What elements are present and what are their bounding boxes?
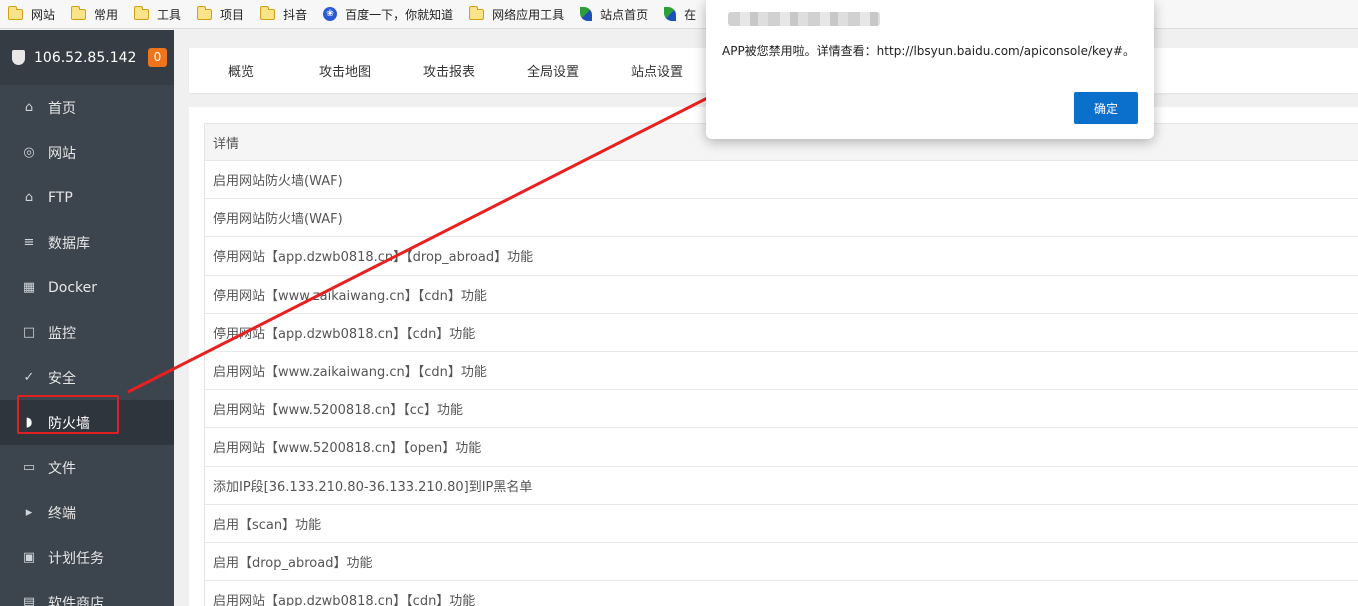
- sidebar-item-monitor[interactable]: □ 监控: [0, 310, 174, 355]
- site-logo-icon: [580, 7, 593, 21]
- terminal-icon: ▸: [25, 504, 33, 520]
- sidebar-item-store[interactable]: ▤ 软件商店: [0, 580, 174, 606]
- folder-icon: [7, 5, 23, 20]
- bookmark-2[interactable]: 工具: [133, 3, 182, 25]
- server-header[interactable]: 106.52.85.142 0: [0, 30, 174, 85]
- sidebar-item-label: FTP: [48, 189, 73, 206]
- operation-log-panel: 详情 启用网站防火墙(WAF) 停用网站防火墙(WAF) 停用网站【app.dz…: [189, 107, 1358, 606]
- table-row: 启用网站【www.5200818.cn】【open】功能: [205, 428, 1358, 467]
- table-row: 停用网站【app.dzwb0818.cn】【drop_abroad】功能: [205, 237, 1358, 276]
- blurred-origin-title: [728, 12, 880, 26]
- sidebar-item-security[interactable]: ✓ 安全: [0, 355, 174, 400]
- baidu-paw-icon: ❀: [323, 7, 338, 21]
- sidebar-item-label: 数据库: [48, 235, 90, 252]
- sidebar-item-label: 终端: [48, 505, 76, 522]
- table-row: 停用网站防火墙(WAF): [205, 199, 1358, 238]
- table-row: 启用网站【www.zaikaiwang.cn】【cdn】功能: [205, 352, 1358, 391]
- sidebar-item-cron[interactable]: ▣ 计划任务: [0, 535, 174, 580]
- sidebar-item-docker[interactable]: ▦ Docker: [0, 265, 174, 310]
- table-row: 启用网站防火墙(WAF): [205, 161, 1358, 200]
- bookmark-label: 站点首页: [600, 7, 649, 22]
- folder-icon: [70, 5, 87, 20]
- table-row: 添加IP段[36.133.210.80-36.133.210.80]到IP黑名单: [205, 467, 1358, 505]
- folder-icon: [133, 5, 150, 20]
- bookmark-label: 网络应用工具: [492, 7, 565, 22]
- folder-icon: [468, 5, 485, 20]
- alert-message: APP被您禁用啦。详情查看：http://lbsyun.baidu.com/ap…: [722, 44, 1136, 58]
- sidebar-item-label: 计划任务: [48, 550, 104, 567]
- bookmark-label: 在: [684, 7, 697, 22]
- database-icon: ≡: [23, 234, 35, 250]
- bookmark-label: 工具: [157, 7, 182, 22]
- table-row: 停用网站【app.dzwb0818.cn】【cdn】功能: [205, 314, 1358, 352]
- shield-check-icon: ✓: [23, 369, 35, 385]
- sidebar: 106.52.85.142 0 ⌂ 首页 ◎ 网站 ⌂ FTP ≡ 数据库 ▦ Docke…: [0, 30, 174, 606]
- store-icon: ▤: [22, 594, 36, 606]
- tab-overview[interactable]: 概览: [189, 61, 293, 80]
- bookmark-6[interactable]: 网络应用工具: [468, 3, 565, 25]
- bookmark-label: 抖音: [283, 7, 308, 22]
- bookmark-5[interactable]: ❀ 百度一下，你就知道: [323, 3, 453, 25]
- tab-attack-map[interactable]: 攻击地图: [293, 61, 397, 80]
- bookmark-label: 项目: [220, 7, 245, 22]
- bookmark-label: 网站: [31, 7, 56, 22]
- bookmarks-bar: 网站 常用 工具 项目 抖音 ❀ 百度一下，你就知道 网络应用工具 站点首页 在: [0, 0, 1358, 29]
- annotation-highlight-box: [17, 395, 119, 434]
- docker-icon: ▦: [22, 279, 36, 295]
- sidebar-item-label: 安全: [48, 370, 76, 387]
- tab-site-settings[interactable]: 站点设置: [605, 61, 709, 80]
- sidebar-item-label: 软件商店: [48, 595, 104, 606]
- sidebar-item-terminal[interactable]: ▸ 终端: [0, 490, 174, 535]
- home-icon: ⌂: [24, 99, 34, 115]
- table-row: 停用网站【www.zaikaiwang.cn】【cdn】功能: [205, 276, 1358, 314]
- sidebar-item-ftp[interactable]: ⌂ FTP: [0, 175, 174, 220]
- bookmark-label: 常用: [94, 7, 119, 22]
- monitor-icon: □: [22, 324, 36, 340]
- table-row: 启用网站【app.dzwb0818.cn】【cdn】功能: [205, 581, 1358, 606]
- table-row: 启用【drop_abroad】功能: [205, 543, 1358, 582]
- confirm-button[interactable]: 确定: [1074, 92, 1138, 124]
- ftp-icon: ⌂: [24, 189, 34, 205]
- bookmark-1[interactable]: 常用: [70, 3, 119, 25]
- sidebar-item-files[interactable]: ▭ 文件: [0, 445, 174, 490]
- server-shield-icon: [12, 50, 25, 65]
- bookmark-0[interactable]: 网站: [7, 3, 56, 25]
- table-row: 启用【scan】功能: [205, 505, 1358, 543]
- sidebar-item-label: 首页: [48, 100, 76, 117]
- table-row: 启用网站【www.5200818.cn】【cc】功能: [205, 390, 1358, 429]
- calendar-icon: ▣: [22, 549, 36, 565]
- notification-badge[interactable]: 0: [148, 48, 167, 67]
- sidebar-item-home[interactable]: ⌂ 首页: [0, 85, 174, 130]
- sidebar-item-website[interactable]: ◎ 网站: [0, 130, 174, 175]
- folder-icon: [196, 5, 213, 20]
- tab-global-settings[interactable]: 全局设置: [501, 61, 605, 80]
- tab-attack-report[interactable]: 攻击报表: [397, 61, 501, 80]
- globe-icon: ◎: [23, 144, 35, 160]
- sidebar-item-label: Docker: [48, 279, 98, 296]
- sidebar-item-label: 文件: [48, 460, 76, 477]
- bookmark-label: 百度一下，你就知道: [345, 7, 454, 22]
- sidebar-item-label: 网站: [48, 145, 76, 162]
- sidebar-item-database[interactable]: ≡ 数据库: [0, 220, 174, 265]
- site-logo-icon: [664, 7, 677, 21]
- folder-icon: [259, 5, 276, 20]
- sidebar-item-label: 监控: [48, 325, 76, 342]
- alert-dialog: APP被您禁用啦。详情查看：http://lbsyun.baidu.com/ap…: [706, 0, 1154, 139]
- bookmark-3[interactable]: 项目: [196, 3, 245, 25]
- operation-log-table: 详情 启用网站防火墙(WAF) 停用网站防火墙(WAF) 停用网站【app.dz…: [204, 123, 1358, 606]
- bookmark-7[interactable]: 站点首页: [580, 3, 648, 25]
- server-ip: 106.52.85.142: [34, 49, 137, 66]
- bookmark-8[interactable]: 在: [664, 3, 696, 25]
- folder-icon: ▭: [22, 459, 36, 475]
- bookmark-4[interactable]: 抖音: [259, 3, 308, 25]
